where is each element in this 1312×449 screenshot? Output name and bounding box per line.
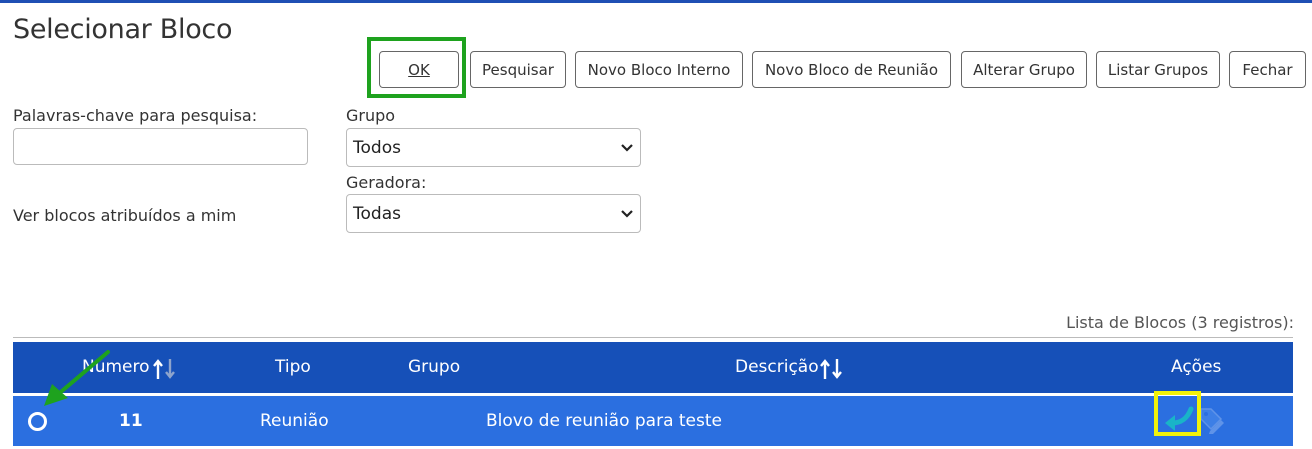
- header-grupo: Grupo: [408, 357, 461, 377]
- header-tipo: Tipo: [275, 357, 311, 377]
- header-descricao[interactable]: Descrição: [735, 357, 819, 377]
- row-descricao: Blovo de reunião para teste: [486, 411, 722, 431]
- row-tipo: Reunião: [260, 411, 329, 431]
- generator-select[interactable]: Todas: [346, 194, 641, 233]
- table-caption: Lista de Blocos (3 registros):: [1066, 313, 1294, 332]
- row-select-radio[interactable]: [28, 412, 47, 431]
- table-row[interactable]: 11 Reunião Blovo de reunião para teste: [13, 396, 1293, 446]
- chevron-down-icon: [621, 144, 633, 152]
- keywords-label: Palavras-chave para pesquisa:: [13, 106, 258, 125]
- search-button[interactable]: Pesquisar: [470, 51, 566, 88]
- chevron-down-icon: [621, 210, 633, 218]
- new-internal-block-button[interactable]: Novo Bloco Interno: [575, 51, 743, 88]
- close-button[interactable]: Fechar: [1229, 51, 1306, 88]
- row-numero: 11: [119, 411, 143, 431]
- page-title: Selecionar Bloco: [13, 14, 233, 45]
- table-top-divider: [13, 337, 1293, 338]
- new-meeting-block-button[interactable]: Novo Bloco de Reunião: [752, 51, 951, 88]
- generator-label: Geradora:: [346, 173, 427, 192]
- keywords-input[interactable]: [13, 128, 308, 165]
- header-acoes: Ações: [1171, 357, 1222, 377]
- annotation-arrow-icon: [44, 350, 110, 406]
- action-icon-highlight: [1154, 391, 1201, 436]
- group-select-value: Todos: [353, 137, 401, 158]
- group-select[interactable]: Todos: [346, 128, 641, 167]
- ok-button-highlight: [367, 37, 466, 98]
- top-accent-line: [0, 0, 1312, 3]
- generator-select-value: Todas: [353, 203, 401, 224]
- tag-edit-icon[interactable]: [1197, 405, 1225, 435]
- list-groups-button[interactable]: Listar Grupos: [1096, 51, 1220, 88]
- table-header: Número Tipo Grupo Descrição Ações: [13, 342, 1293, 393]
- sort-arrows-icon[interactable]: [819, 358, 845, 380]
- change-group-button[interactable]: Alterar Grupo: [961, 51, 1087, 88]
- assigned-to-me-link[interactable]: Ver blocos atribuídos a mim: [13, 206, 236, 225]
- group-label: Grupo: [346, 106, 396, 125]
- sort-arrows-icon[interactable]: [152, 358, 178, 380]
